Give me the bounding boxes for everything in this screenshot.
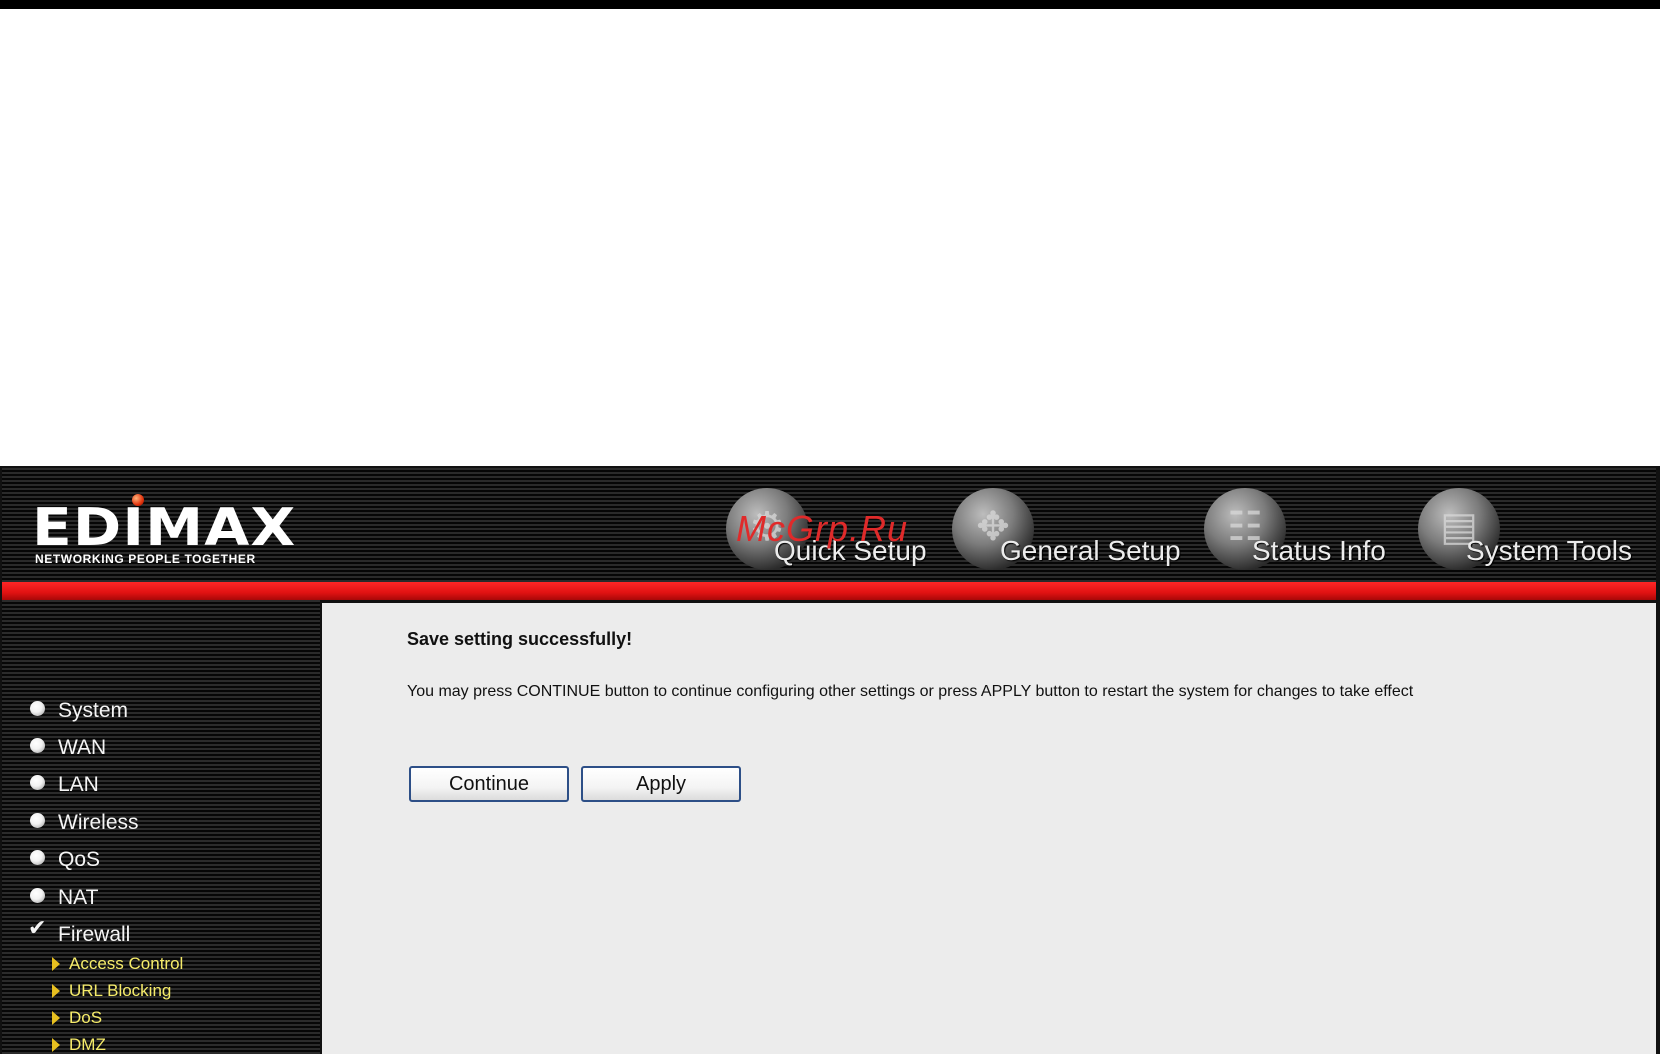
radio-bullet-icon: [30, 738, 45, 753]
logo-wordmark: EDIMAX: [32, 498, 297, 558]
sidebar-item-wireless[interactable]: Wireless: [28, 810, 308, 840]
sidebar-subitem-url-blocking[interactable]: URL Blocking: [52, 979, 292, 1003]
sidebar-item-nat[interactable]: NAT: [28, 885, 308, 915]
sidebar-subitem-dos[interactable]: DoS: [52, 1006, 292, 1030]
apply-button[interactable]: Apply: [581, 766, 741, 802]
checkmark-icon: ✔: [28, 916, 47, 941]
sidebar-item-label: WAN: [58, 736, 107, 759]
main-content: Save setting successfully! You may press…: [322, 603, 1656, 1054]
sidebar-subitem-label: Access Control: [69, 954, 184, 973]
sidebar-subitem-label: DoS: [69, 1008, 103, 1027]
top-black-bar: [0, 0, 1660, 9]
sidebar-subitem-access-control[interactable]: Access Control: [52, 952, 292, 976]
sidebar-subitem-dmz[interactable]: DMZ: [52, 1033, 292, 1057]
sidebar-item-label: System: [58, 699, 129, 722]
nav-general-setup-label: General Setup: [1000, 535, 1181, 566]
sidebar-item-qos[interactable]: QoS: [28, 847, 308, 877]
arrow-right-icon: [52, 984, 60, 998]
arrow-right-icon: [52, 1038, 60, 1052]
sidebar-subitem-label: DMZ: [69, 1035, 106, 1054]
sidebar-item-label: Wireless: [58, 811, 139, 834]
nav-status-info-label: Status Info: [1252, 535, 1386, 566]
header-bar: EDIMAX NETWORKING PEOPLE TOGETHER ⚙ Quic…: [2, 468, 1656, 582]
watermark-text: McGrp.Ru: [736, 508, 909, 549]
sidebar-item-label: LAN: [58, 773, 99, 796]
sidebar-item-wan[interactable]: WAN: [28, 735, 308, 765]
sidebar-item-system[interactable]: System: [28, 698, 308, 728]
continue-button[interactable]: Continue: [409, 766, 569, 802]
radio-bullet-icon: [30, 813, 45, 828]
radio-bullet-icon: [30, 701, 45, 716]
sidebar-subitem-label: URL Blocking: [69, 981, 172, 1000]
sidebar-item-label: Firewall: [58, 923, 131, 946]
logo-tagline: NETWORKING PEOPLE TOGETHER: [35, 552, 256, 566]
nav-system-tools-label: System Tools: [1466, 535, 1632, 566]
sidebar-item-lan[interactable]: LAN: [28, 772, 308, 802]
arrow-right-icon: [52, 1011, 60, 1025]
red-divider-band: [2, 582, 1656, 600]
info-message: You may press CONTINUE button to continu…: [407, 683, 1414, 700]
edimax-logo[interactable]: EDIMAX NETWORKING PEOPLE TOGETHER: [32, 494, 295, 566]
radio-bullet-icon: [30, 888, 45, 903]
page-title: Save setting successfully!: [407, 629, 633, 649]
sidebar-item-label: NAT: [58, 886, 99, 909]
sidebar-item-label: QoS: [58, 848, 101, 871]
router-admin-frame: EDIMAX NETWORKING PEOPLE TOGETHER ⚙ Quic…: [0, 466, 1660, 1054]
radio-bullet-icon: [30, 850, 45, 865]
sidebar: System WAN LAN Wireless QoS NAT ✔ Firewa…: [2, 600, 320, 1054]
sidebar-item-firewall[interactable]: ✔ Firewall: [28, 916, 308, 952]
radio-bullet-icon: [30, 775, 45, 790]
arrow-right-icon: [52, 957, 60, 971]
